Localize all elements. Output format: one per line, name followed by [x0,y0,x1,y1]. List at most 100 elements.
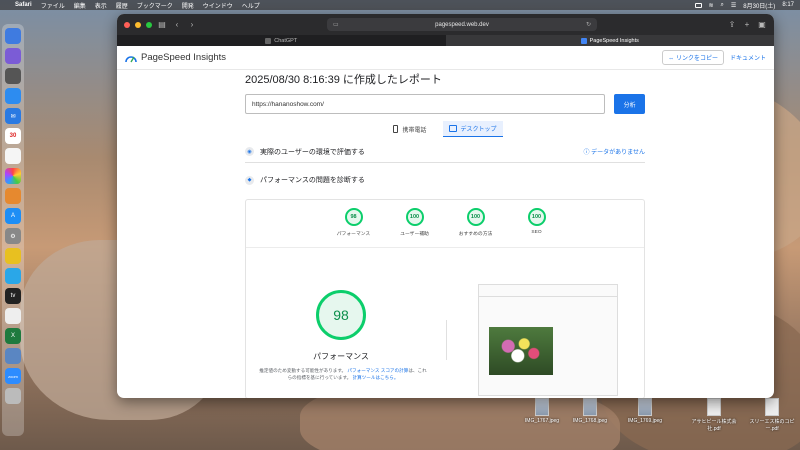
books-icon[interactable] [5,188,21,204]
desktop-file[interactable]: IMG_1768.jpeg [566,398,614,424]
photos-icon[interactable] [5,168,21,184]
mail-icon[interactable]: ✉ [5,108,21,124]
title-bar: ▤ ‹ › ▭ pagespeed.web.dev ↻ ⇪ + ▣ [117,14,774,35]
app-store-icon[interactable]: A [5,208,21,224]
calendar-icon[interactable]: 30 [5,128,21,144]
launchpad-icon[interactable] [5,68,21,84]
tab-mobile-label: 携帯電話 [402,127,427,134]
image-file-icon [535,398,549,416]
diagnose-section: ◆ パフォーマンスの問題を診断する [245,169,645,191]
menu-item-develop[interactable]: 開発 [182,1,194,10]
notes-icon[interactable] [5,248,21,264]
menu-item-help[interactable]: ヘルプ [242,1,260,10]
search-icon[interactable]: ⌕ [721,2,724,9]
apple-tv-icon[interactable]: tv [5,288,21,304]
pdf-file-icon [707,398,721,416]
menu-item-history[interactable]: 履歴 [116,1,128,10]
desktop-file[interactable]: IMG_1767.jpeg [518,398,566,424]
menu-item-view[interactable]: 表示 [95,1,107,10]
minimize-window-icon[interactable] [135,21,141,28]
reminders-icon[interactable] [5,148,21,164]
menu-item-edit[interactable]: 編集 [74,1,86,10]
page-settings-icon[interactable]: ▭ [333,21,339,28]
tab-pagespeed[interactable]: PageSpeed Insights [445,35,774,46]
copy-link-button[interactable]: ⇔ リンクをコピー [662,50,724,65]
no-data-label: データがありません [591,150,645,156]
performance-card: 98 パフォーマンス 100 ユーザー補助 100 おすすめの方法 100 SE… [245,199,645,398]
chatgpt-favicon-icon [265,37,272,44]
pages-icon[interactable] [5,308,21,324]
desktop-file[interactable]: アサヒビール株式会社.pdf [690,398,738,432]
address-bar[interactable]: ▭ pagespeed.web.dev ↻ [327,18,597,31]
menu-item-file[interactable]: ファイル [41,1,65,10]
tab-chatgpt[interactable]: ChatGPT [117,35,446,46]
psi-brand[interactable]: PageSpeed Insights [141,52,226,63]
zoom-icon[interactable]: zoom [5,368,21,384]
gauge-accessibility[interactable]: 100 ユーザー補助 [394,208,436,247]
file-name: スリーエス株のコピー.pdf [749,419,795,432]
tab-label: ChatGPT [274,37,298,44]
new-tab-icon[interactable]: + [742,20,752,29]
score-gauges: 98 パフォーマンス 100 ユーザー補助 100 おすすめの方法 100 SE… [246,200,644,248]
file-name: IMG_1769.jpeg [627,418,663,424]
menu-item-bookmarks[interactable]: ブックマーク [137,1,173,10]
gauge-label: おすすめの方法 [458,232,493,237]
close-window-icon[interactable] [124,21,130,28]
docs-link[interactable]: ドキュメント [730,53,766,62]
menu-bar: Safari ファイル 編集 表示 履歴 ブックマーク 開発 ウインドウ ヘルプ… [0,0,800,10]
maps-icon[interactable] [5,268,21,284]
excel-icon[interactable]: X [5,328,21,344]
analyze-button[interactable]: 分析 [614,94,645,114]
desktop-file[interactable]: IMG_1769.jpeg [621,398,669,424]
gauge-score: 100 [527,208,546,226]
battery-icon[interactable] [694,2,702,8]
dock: ✉ 30 A ⚙ tv X zoom [2,24,24,436]
psi-header: PageSpeed Insights ⇔ リンクをコピー ドキュメント [117,46,774,70]
file-name: アサヒビール株式会社.pdf [691,419,737,432]
preview-icon[interactable] [5,348,21,364]
desktop-file[interactable]: スリーエス株のコピー.pdf [748,398,796,432]
field-data-heading: 実際のユーザーの環境で評価する [260,148,365,156]
report-content: 2025/08/30 8:16:39 に作成したレポート https://han… [245,71,645,398]
safari-icon[interactable] [5,88,21,104]
tab-desktop[interactable]: デスクトップ [442,121,503,137]
menu-item-window[interactable]: ウインドウ [203,1,233,10]
gauge-best-practices[interactable]: 100 おすすめの方法 [455,208,497,247]
pdf-file-icon [765,398,779,416]
calculator-link[interactable]: 計算ツールはこちら。 [352,375,398,380]
menubar-date[interactable]: 8月30日(土) [743,1,775,10]
forward-icon[interactable]: › [187,20,197,29]
wifi-icon[interactable]: ≋ [709,2,714,9]
system-settings-icon[interactable]: ⚙ [5,228,21,244]
menubar-time[interactable]: 8:17 [782,2,794,8]
score-calc-link[interactable]: パフォーマンス スコアの計算 [347,368,408,373]
gauge-performance[interactable]: 98 パフォーマンス [333,208,375,247]
reload-icon[interactable]: ↻ [586,21,591,28]
sidebar-toggle-icon[interactable]: ▤ [157,20,167,29]
siri-icon[interactable] [5,48,21,64]
note-text-1: 推定値のため変動する可能性があります。 [259,368,347,373]
url-input[interactable]: https://hananoshow.com/ [245,94,606,114]
tab-overview-icon[interactable]: ▣ [757,20,767,29]
field-data-icon: ◉ [245,147,254,156]
file-name: IMG_1767.jpeg [524,418,560,424]
gauge-score: 98 [344,208,363,226]
copy-link-label: リンクをコピー [675,56,718,62]
field-data-section[interactable]: ◉ 実際のユーザーの環境で評価する ⓘ データがありません [245,141,645,163]
back-icon[interactable]: ‹ [172,20,182,29]
tab-mobile[interactable]: 携帯電話 [387,121,432,137]
gauge-label: SEO [531,230,542,235]
screenshot-header [479,285,617,297]
trash-icon[interactable] [5,388,21,404]
control-center-icon[interactable]: ☰ [731,2,736,9]
zoom-window-icon[interactable] [146,21,152,28]
no-data-link[interactable]: ⓘ データがありません [584,147,646,156]
finder-icon[interactable] [5,28,21,44]
gauge-seo[interactable]: 100 SEO [516,208,558,247]
menu-app-name[interactable]: Safari [15,2,32,8]
main-score-label: パフォーマンス [313,352,369,361]
device-tabs: 携帯電話 デスクトップ [245,121,645,137]
image-file-icon [638,398,652,416]
share-icon[interactable]: ⇪ [727,20,737,29]
performance-note: 推定値のため変動する可能性があります。 パフォーマンス スコアの計算は、これらの… [258,367,428,381]
